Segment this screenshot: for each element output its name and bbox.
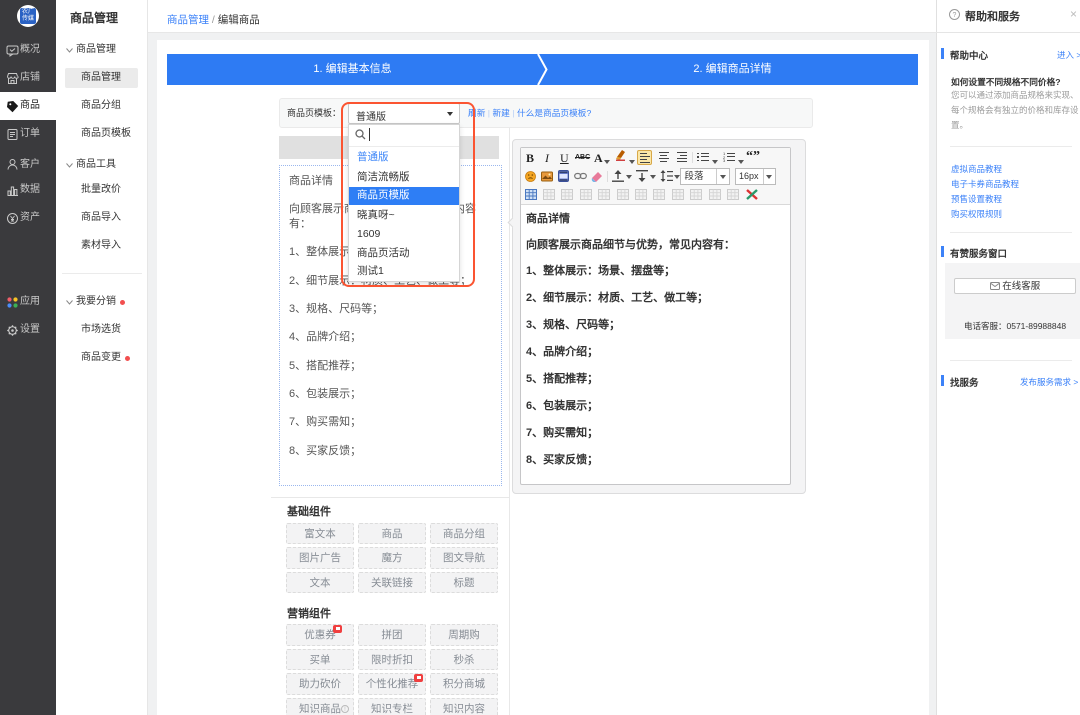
svg-text:?: ? (953, 12, 957, 19)
